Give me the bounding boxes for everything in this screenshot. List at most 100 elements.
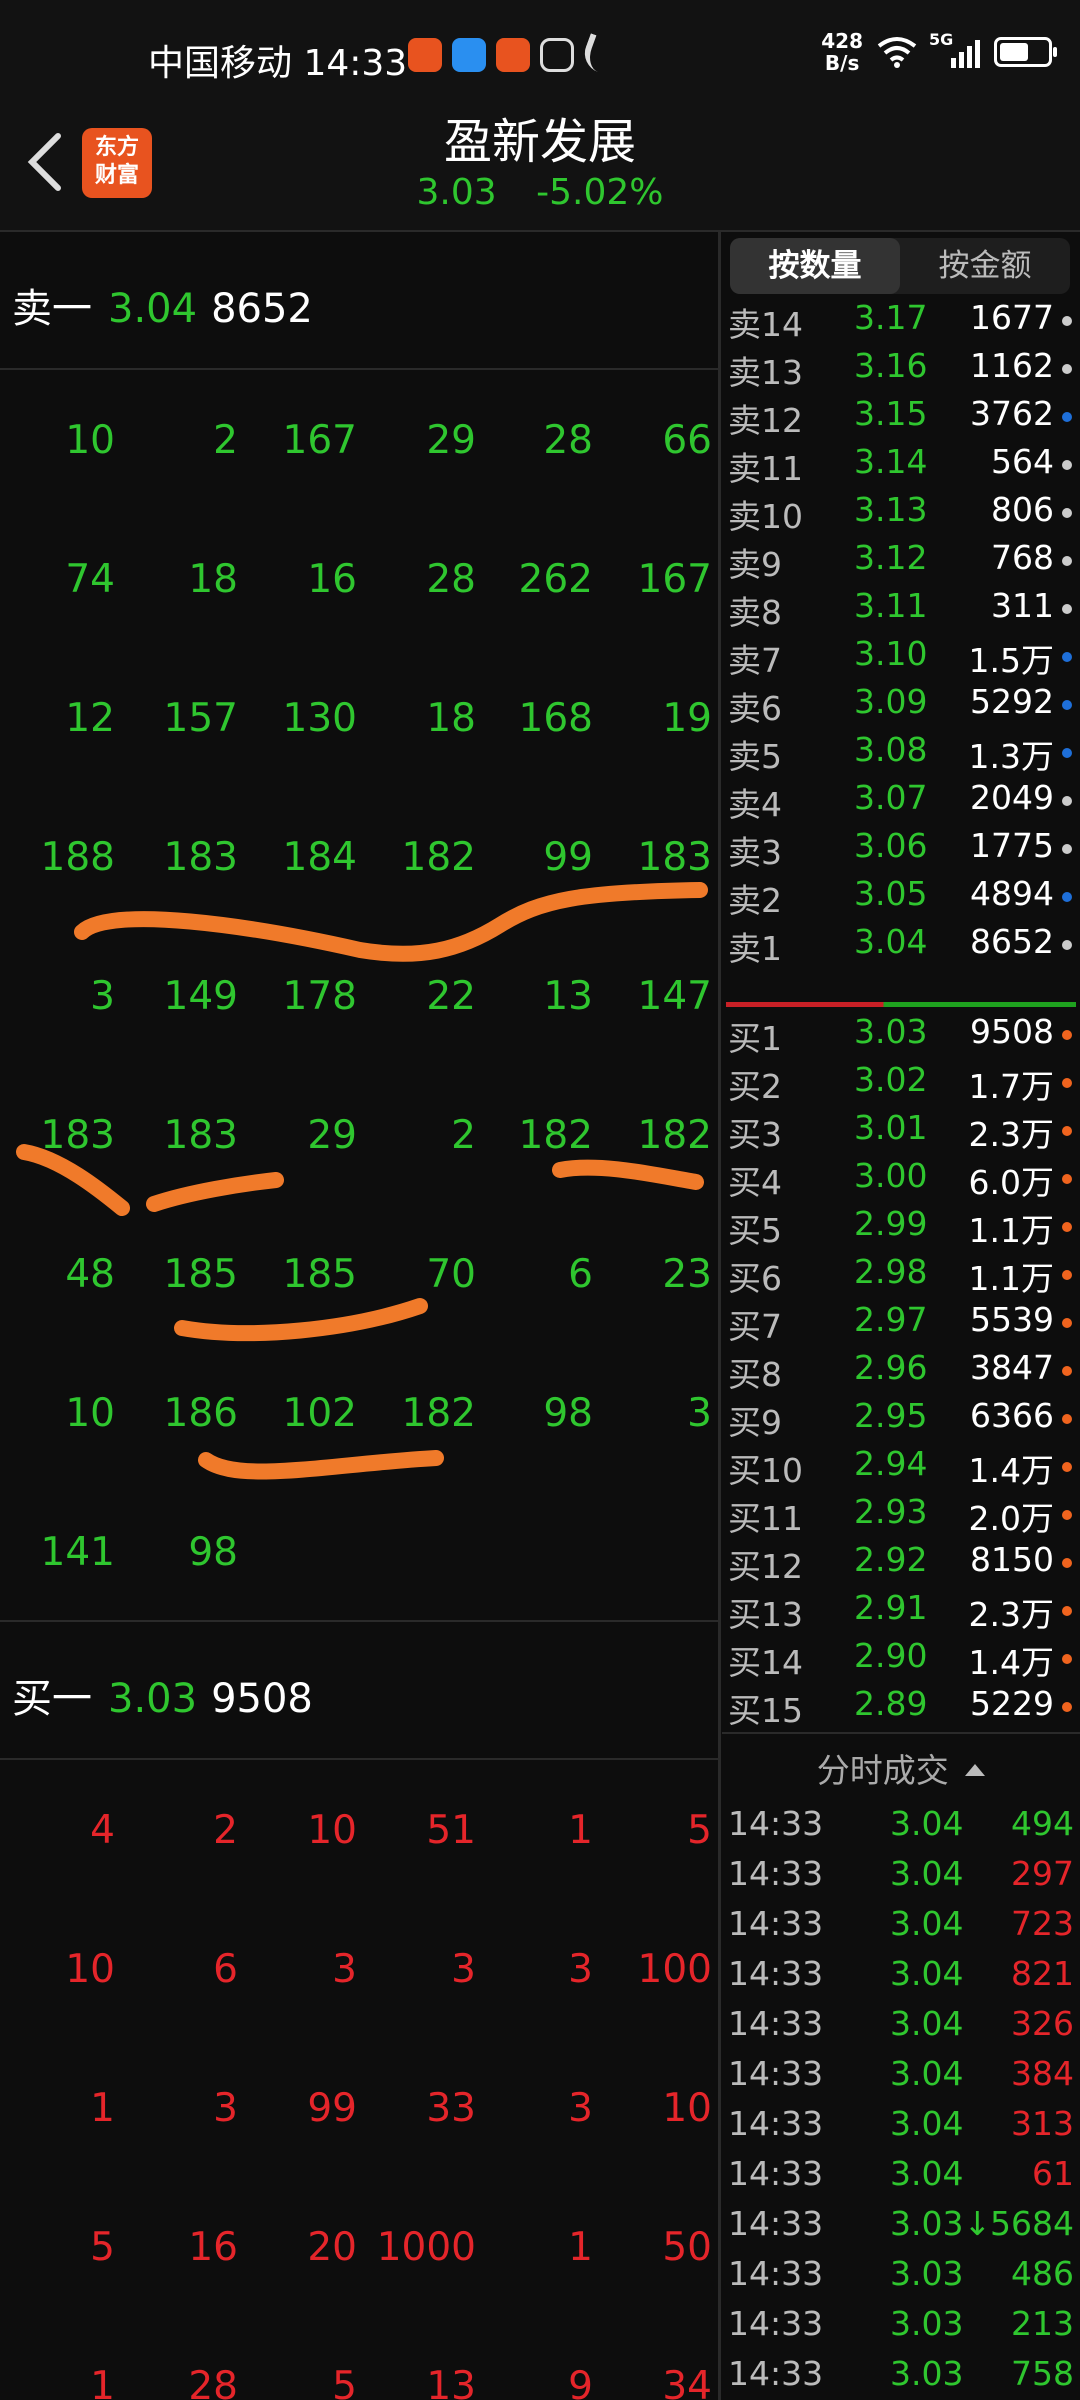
level-label: 卖12	[728, 401, 803, 440]
order-book-row[interactable]: 买9 2.95 6366	[722, 1396, 1080, 1442]
level-label: 卖1	[728, 929, 782, 968]
queue-order-size: 188	[40, 835, 115, 880]
level-label: 买13	[728, 1595, 803, 1634]
level-volume: 1.1万	[968, 1211, 1054, 1250]
level-label: 买14	[728, 1643, 803, 1682]
level-volume: 1677	[970, 298, 1054, 337]
queue-order-size: 147	[637, 974, 712, 1019]
queue-order-size: 186	[163, 1391, 238, 1436]
level-dot-icon	[1062, 1222, 1072, 1232]
level-dot-icon	[1062, 1606, 1072, 1616]
level-volume: 1.4万	[968, 1451, 1054, 1490]
level-dot-icon	[1062, 1654, 1072, 1664]
order-book-row[interactable]: 卖11 3.14 564	[722, 442, 1080, 488]
queue-order-size: 70	[426, 1252, 476, 1297]
divider	[722, 1732, 1080, 1734]
level-volume: 8150	[970, 1540, 1054, 1579]
queue-order-size: 183	[163, 1113, 238, 1158]
level-label: 买10	[728, 1451, 803, 1490]
tick-time: 14:33	[728, 1804, 824, 1843]
tick-price: 3.04	[890, 1904, 964, 1943]
order-book-row[interactable]: 卖6 3.09 5292	[722, 682, 1080, 728]
queue-order-size: 22	[426, 974, 476, 1019]
tick-volume: 758	[1011, 2354, 1074, 2393]
order-book-row[interactable]: 卖12 3.15 3762	[722, 394, 1080, 440]
order-book-row[interactable]: 卖2 3.05 4894	[722, 874, 1080, 920]
tab-amount[interactable]: 按金额	[900, 238, 1070, 294]
order-book-row[interactable]: 买7 2.97 5539	[722, 1300, 1080, 1346]
order-book-row[interactable]: 买11 2.93 2.0万	[722, 1492, 1080, 1538]
level-volume: 9508	[970, 1012, 1054, 1051]
order-book-row[interactable]: 卖13 3.16 1162	[722, 346, 1080, 392]
queue-order-size: 167	[282, 418, 357, 463]
quote-volume: 9508	[211, 1676, 313, 1722]
tick-row: 14:33 3.03 213	[722, 2304, 1080, 2352]
level-label: 卖9	[728, 545, 782, 584]
tick-row: 14:33 3.03 486	[722, 2254, 1080, 2302]
tick-price: 3.03	[890, 2304, 964, 2343]
tick-row: 14:33 3.04 384	[722, 2054, 1080, 2102]
tick-price: 3.04	[890, 2104, 964, 2143]
queue-order-size: 182	[401, 835, 476, 880]
queue-order-size: 102	[282, 1391, 357, 1436]
tab-quantity[interactable]: 按数量	[730, 238, 900, 294]
order-book-row[interactable]: 买1 3.03 9508	[722, 1012, 1080, 1058]
order-book-row[interactable]: 买10 2.94 1.4万	[722, 1444, 1080, 1490]
app-notification-icon	[496, 38, 530, 72]
signal-icon: 5G	[929, 30, 980, 68]
queue-order-size: 182	[401, 1391, 476, 1436]
level-label: 买8	[728, 1355, 782, 1394]
order-book-row[interactable]: 买2 3.02 1.7万	[722, 1060, 1080, 1106]
level-dot-icon	[1062, 700, 1072, 710]
queue-row: 183 183 29 2 182 182	[0, 1113, 718, 1173]
order-book-row[interactable]: 卖7 3.10 1.5万	[722, 634, 1080, 680]
order-book-row[interactable]: 卖3 3.06 1775	[722, 826, 1080, 872]
buy-one-quote: 买一 3.03 9508	[12, 1666, 313, 1724]
divider	[0, 1758, 718, 1760]
level-dot-icon	[1062, 1702, 1072, 1712]
order-book-row[interactable]: 卖9 3.12 768	[722, 538, 1080, 584]
order-book-row[interactable]: 买14 2.90 1.4万	[722, 1636, 1080, 1682]
level-volume: 3847	[970, 1348, 1054, 1387]
tick-time: 14:33	[728, 2254, 824, 2293]
order-book-row[interactable]: 买4 3.00 6.0万	[722, 1156, 1080, 1202]
tick-row: 14:33 3.04 297	[722, 1854, 1080, 1902]
order-book-row[interactable]: 卖8 3.11 311	[722, 586, 1080, 632]
quote-label: 卖一	[12, 286, 92, 332]
order-book-row[interactable]: 买6 2.98 1.1万	[722, 1252, 1080, 1298]
level-volume: 5539	[970, 1300, 1054, 1339]
order-book-row[interactable]: 买3 3.01 2.3万	[722, 1108, 1080, 1154]
tick-volume: 5684	[990, 2204, 1074, 2243]
queue-order-size: 13	[426, 2364, 476, 2400]
order-book-row[interactable]: 卖1 3.04 8652	[722, 922, 1080, 968]
tick-row: 14:33 3.03 758	[722, 2354, 1080, 2400]
queue-order-size: 3	[90, 974, 115, 1019]
order-book-row[interactable]: 卖5 3.08 1.3万	[722, 730, 1080, 776]
caret-up-icon	[965, 1764, 986, 1776]
leaf-icon	[579, 33, 623, 77]
queue-row: 10 186 102 182 98 3	[0, 1391, 718, 1451]
level-label: 卖6	[728, 689, 782, 728]
level-volume: 5229	[970, 1684, 1054, 1723]
order-book-row[interactable]: 卖14 3.17 1677	[722, 298, 1080, 344]
queue-order-size: 10	[65, 418, 115, 463]
order-queue-panel[interactable]: 卖一 3.04 8652 10 2 167 29 28 66 74 18 16 28 262 167 12 1…	[0, 232, 718, 2400]
order-book-row[interactable]: 买15 2.89 5229	[722, 1684, 1080, 1730]
ticks-header[interactable]: 分时成交	[722, 1744, 1080, 1792]
order-book-row[interactable]: 卖10 3.13 806	[722, 490, 1080, 536]
order-book-row[interactable]: 买13 2.91 2.3万	[722, 1588, 1080, 1634]
order-book-row[interactable]: 买12 2.92 8150	[722, 1540, 1080, 1586]
level-dot-icon	[1062, 844, 1072, 854]
tick-volume: 384	[1011, 2054, 1074, 2093]
order-book-row[interactable]: 买8 2.96 3847	[722, 1348, 1080, 1394]
order-book-row[interactable]: 买5 2.99 1.1万	[722, 1204, 1080, 1250]
tick-volume: 61	[1032, 2154, 1074, 2193]
level-volume: 8652	[970, 922, 1054, 961]
level-label: 卖8	[728, 593, 782, 632]
order-book-row[interactable]: 卖4 3.07 2049	[722, 778, 1080, 824]
tick-volume: 821	[1011, 1954, 1074, 1993]
queue-order-size: 12	[65, 696, 115, 741]
order-book-panel: 按数量 按金额 卖14 3.17 1677 卖13 3.16 1162 卖12 3.15 376…	[722, 232, 1080, 2400]
network-type: 5G	[929, 30, 954, 49]
tick-volume: 723	[1011, 1904, 1074, 1943]
